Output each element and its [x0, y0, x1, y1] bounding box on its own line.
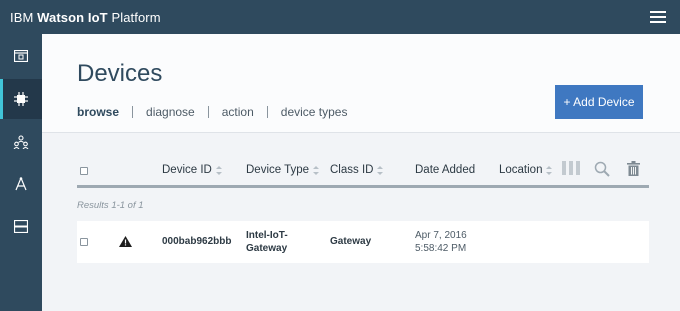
brand-suffix: Platform	[111, 10, 161, 25]
page-title: Devices	[77, 60, 163, 87]
warning-icon	[119, 236, 132, 247]
column-device-type[interactable]: Device Type	[246, 164, 320, 176]
time-line: 5:58:42 PM	[415, 243, 467, 254]
device-type-cell: Intel-IoT- Gateway	[246, 229, 288, 255]
select-all-checkbox[interactable]	[80, 167, 88, 175]
chip-icon	[14, 92, 28, 106]
tab-browse[interactable]: browse	[77, 105, 119, 119]
top-bar: IBM Watson IoT Platform	[0, 0, 680, 34]
delete-icon[interactable]	[627, 161, 640, 176]
date-added-cell: Apr 7, 2016 5:58:42 PM	[415, 229, 467, 255]
sort-icon	[313, 165, 320, 175]
members-icon	[13, 135, 29, 149]
results-count: Results 1-1 of 1	[77, 200, 144, 211]
rules-icon	[15, 177, 27, 191]
add-device-button[interactable]: + Add Device	[555, 85, 643, 119]
device-type-line: Gateway	[246, 243, 288, 254]
table-header: Device ID Device Type Class ID Date Adde…	[77, 156, 649, 188]
tab-divider	[266, 106, 268, 118]
tab-divider	[132, 106, 134, 118]
table-row[interactable]: 000bab962bbb Intel-IoT- Gateway Gateway …	[77, 221, 649, 263]
dashboard-icon	[14, 50, 28, 62]
sidebar-item-rules[interactable]	[0, 164, 42, 204]
tab-device-types[interactable]: device types	[281, 105, 348, 119]
usage-icon	[14, 219, 28, 233]
column-location[interactable]: Location	[499, 164, 553, 176]
brand-prefix: IBM	[10, 10, 34, 25]
sidebar-item-usage[interactable]	[0, 206, 42, 246]
sidebar-item-dashboard[interactable]	[0, 36, 42, 76]
brand-bold: Watson IoT	[37, 10, 108, 25]
page-header: Devices browse diagnose action device ty…	[42, 34, 680, 133]
date-line: Apr 7, 2016	[415, 230, 467, 241]
column-device-id[interactable]: Device ID	[162, 164, 222, 176]
tab-action[interactable]: action	[222, 105, 254, 119]
column-label: Location	[499, 164, 543, 176]
column-date-added[interactable]: Date Added	[415, 164, 475, 176]
tab-diagnose[interactable]: diagnose	[146, 105, 195, 119]
sidebar-item-members[interactable]	[0, 122, 42, 162]
app-brand[interactable]: IBM Watson IoT Platform	[10, 10, 161, 25]
device-type-line: Intel-IoT-	[246, 230, 288, 241]
sort-icon	[377, 165, 384, 175]
column-label: Date Added	[415, 164, 476, 176]
sidebar	[0, 34, 42, 311]
sort-icon	[215, 165, 222, 175]
row-checkbox[interactable]	[80, 238, 88, 246]
tab-bar: browse diagnose action device types	[77, 105, 347, 119]
columns-icon[interactable]	[562, 161, 580, 175]
search-icon[interactable]	[594, 161, 610, 177]
column-label: Device ID	[162, 164, 212, 176]
sidebar-item-devices[interactable]	[0, 79, 42, 119]
device-id-cell[interactable]: 000bab962bbb	[162, 236, 231, 247]
menu-icon[interactable]	[650, 11, 666, 23]
class-id-cell: Gateway	[330, 236, 372, 247]
column-label: Device Type	[246, 164, 310, 176]
sort-icon	[546, 165, 553, 175]
tab-divider	[207, 106, 209, 118]
column-label: Class ID	[330, 164, 374, 176]
column-class-id[interactable]: Class ID	[330, 164, 384, 176]
